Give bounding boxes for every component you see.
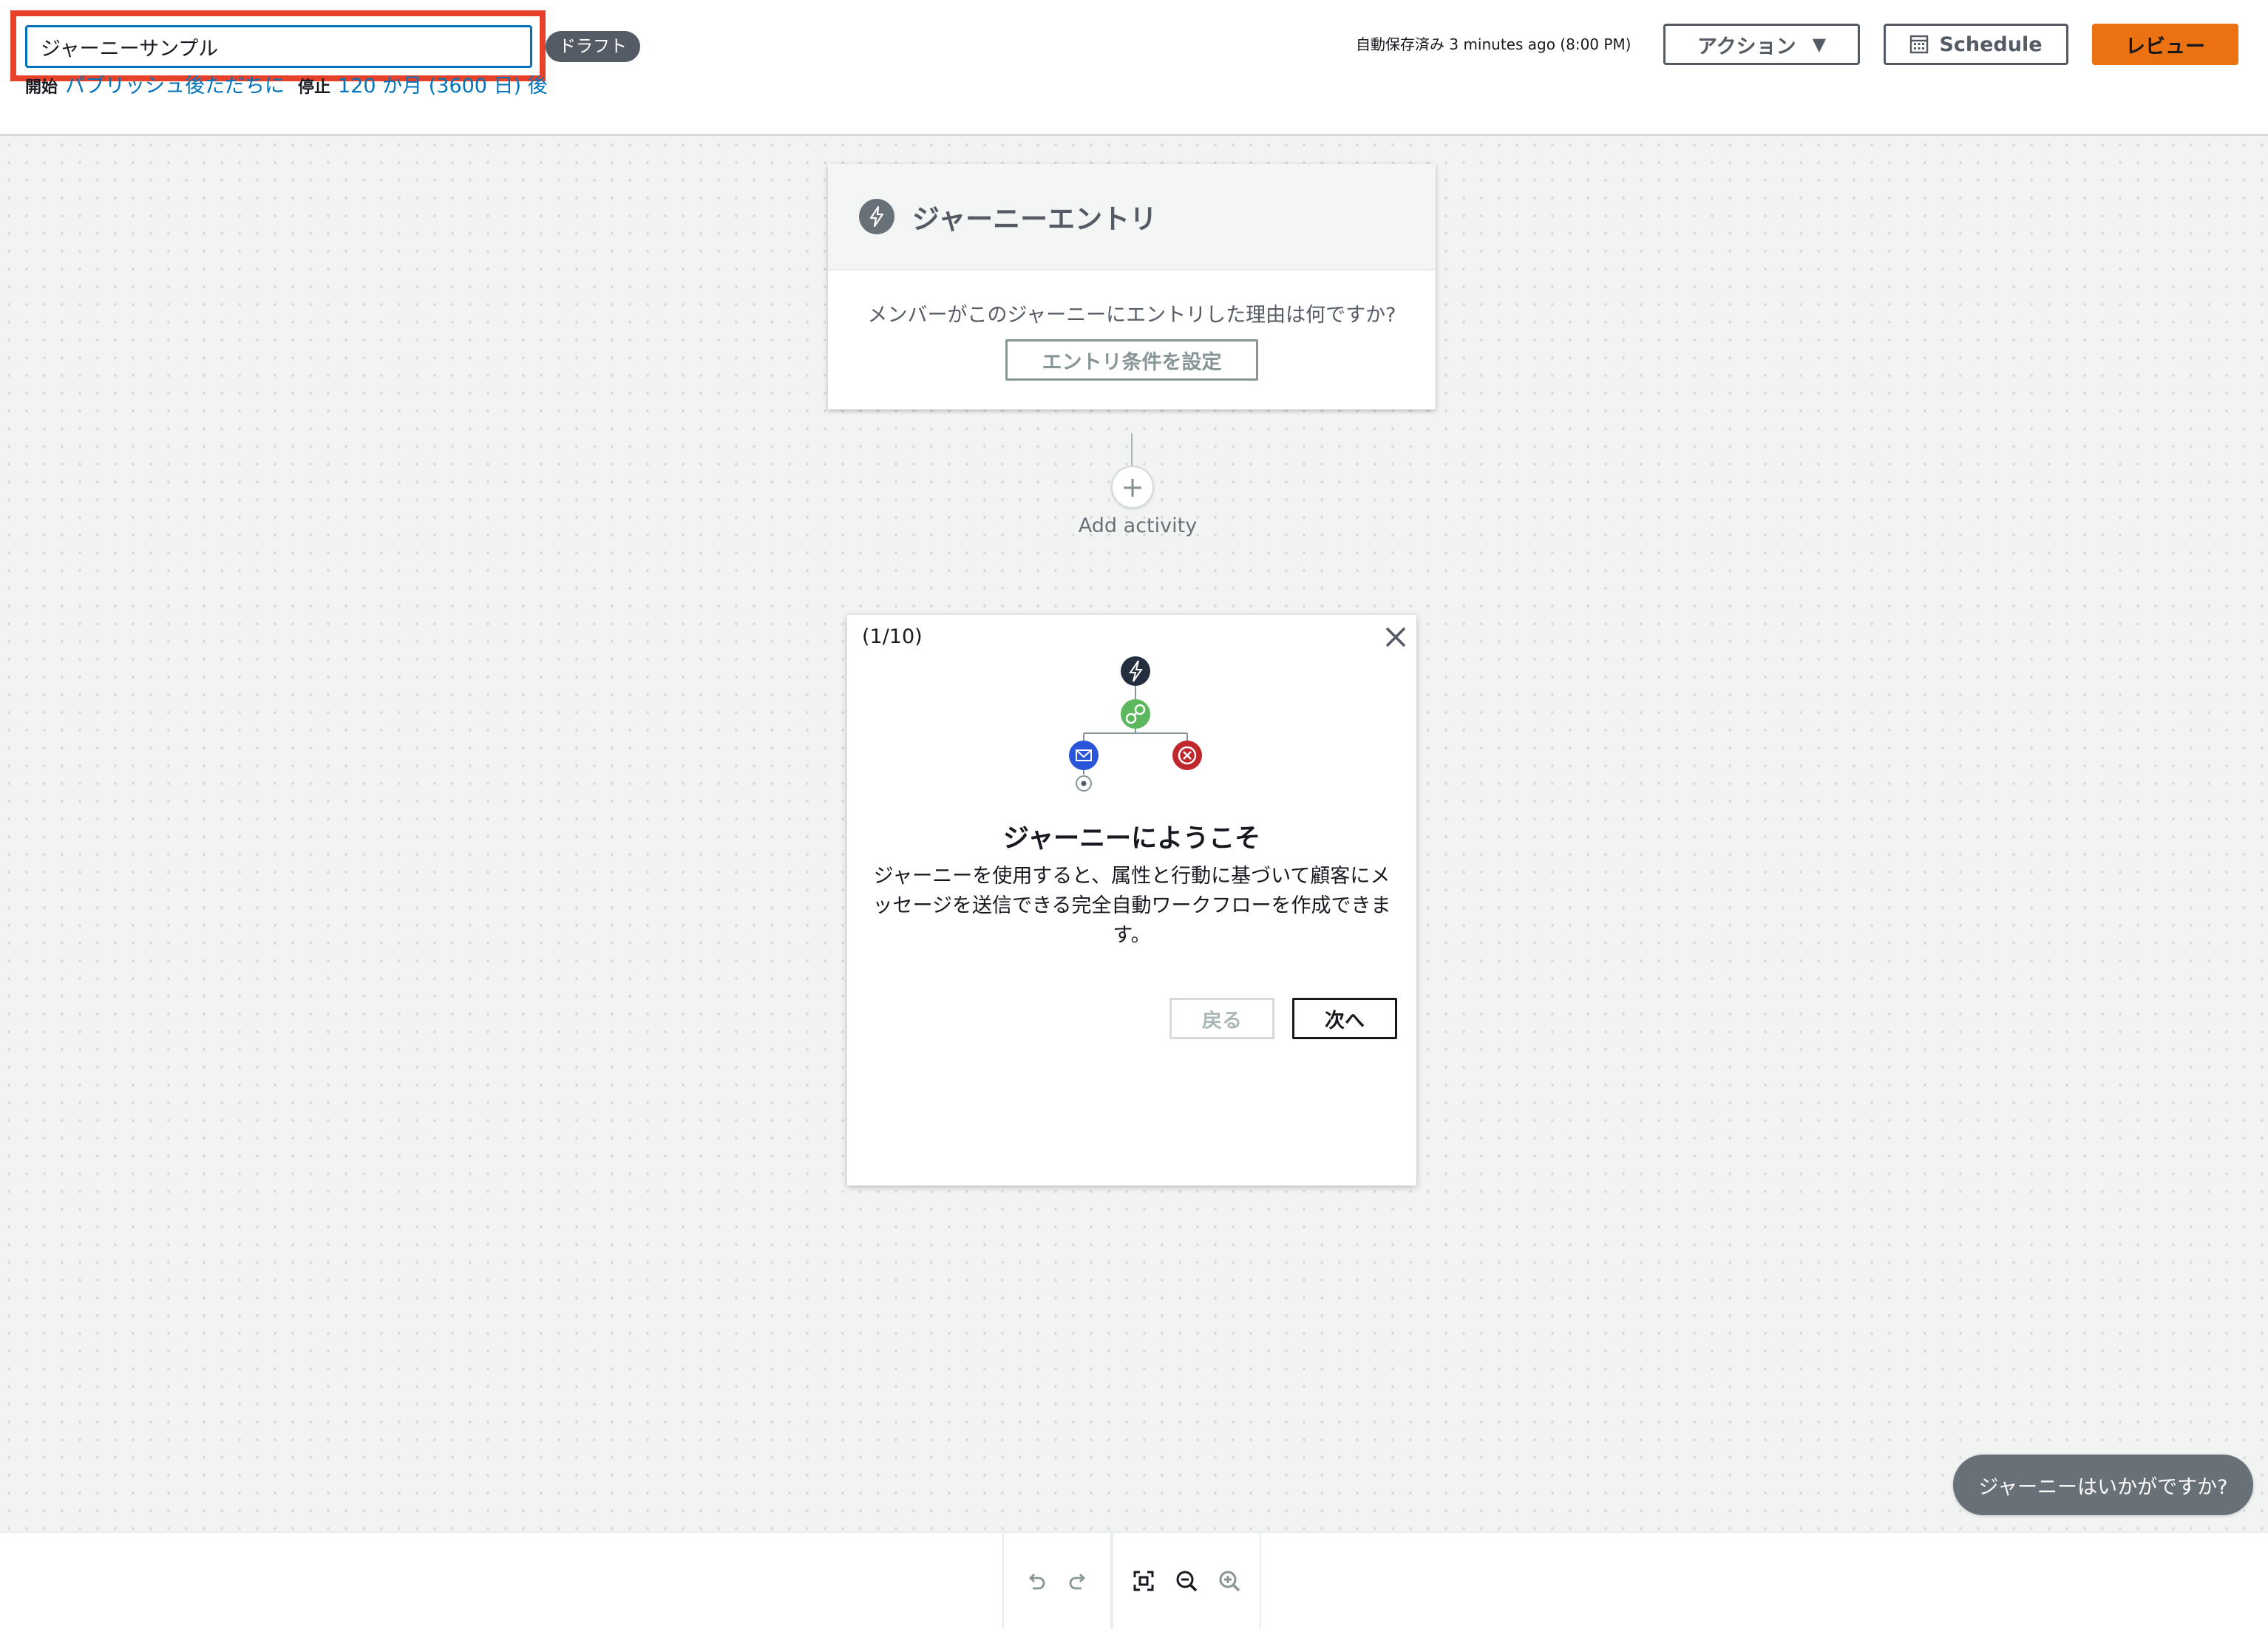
stop-label: 停止 xyxy=(298,78,331,97)
stop-value-link[interactable]: 120 か月 (3600 日) 後 xyxy=(338,75,548,98)
email-node-icon xyxy=(1069,741,1099,770)
status-badge: ドラフト xyxy=(546,31,640,62)
add-activity-label[interactable]: Add activity xyxy=(1066,514,1209,537)
zoom-in-icon[interactable] xyxy=(1218,1569,1241,1593)
fit-screen-icon[interactable] xyxy=(1132,1569,1155,1593)
tour-back-button[interactable]: 戻る xyxy=(1169,998,1274,1039)
calendar-icon xyxy=(1910,35,1929,54)
tour-title: ジャーニーにようこそ xyxy=(1002,824,1261,854)
entry-question: メンバーがこのジャーニーにエントリした理由は何ですか? xyxy=(867,304,1396,327)
flow-connector xyxy=(1131,433,1133,466)
entry-card-header: ジャーニーエントリ xyxy=(828,164,1436,271)
undo-icon[interactable] xyxy=(1024,1569,1048,1593)
zoom-out-icon[interactable] xyxy=(1175,1569,1198,1593)
actions-dropdown-button[interactable]: アクション ▼ xyxy=(1663,24,1860,65)
bolt-icon xyxy=(859,199,894,234)
history-controls xyxy=(1002,1533,1112,1629)
onboarding-tour-dialog: (1/10) ジャーニーにようこそ ジャーニーを使用すると、属性と行動に基づいて… xyxy=(847,615,1416,1186)
feedback-button[interactable]: ジャーニーはいかがですか? xyxy=(1953,1455,2253,1515)
schedule-button[interactable]: Schedule xyxy=(1884,24,2068,65)
journey-entry-card[interactable]: ジャーニーエントリ メンバーがこのジャーニーにエントリした理由は何ですか? エン… xyxy=(828,164,1436,409)
schedule-summary: 開始 パブリッシュ後ただちに 停止 120 か月 (3600 日) 後 xyxy=(25,75,561,98)
journey-name-input[interactable] xyxy=(25,25,532,68)
caret-down-icon: ▼ xyxy=(1812,34,1827,55)
actions-label: アクション xyxy=(1697,35,1796,58)
autosave-status: 自動保存済み 3 minutes ago (8:00 PM) xyxy=(1356,35,1632,53)
journey-diagram-illustration xyxy=(1069,656,1202,792)
tour-step-indicator: (1/10) xyxy=(862,625,923,648)
entry-node-icon xyxy=(1121,656,1150,686)
start-label: 開始 xyxy=(25,78,58,97)
tour-next-button[interactable]: 次へ xyxy=(1292,998,1397,1039)
review-button[interactable]: レビュー xyxy=(2092,24,2238,65)
canvas-toolbar xyxy=(0,1531,2268,1629)
schedule-label: Schedule xyxy=(1939,33,2043,56)
zoom-controls xyxy=(1112,1533,1261,1629)
close-icon[interactable] xyxy=(1382,624,1409,650)
plus-icon[interactable]: + xyxy=(1111,466,1154,509)
journey-header: ドラフト 開始パブリッシュ後ただちに停止 120 か月 (3600 日) 後 自動… xyxy=(0,0,2268,136)
tour-description: ジャーニーを使用すると、属性と行動に基づいて顧客にメッセージを送信できる完全自動… xyxy=(872,865,1391,947)
redo-icon[interactable] xyxy=(1067,1569,1090,1593)
set-entry-condition-button[interactable]: エントリ条件を設定 xyxy=(1005,339,1258,381)
journey-canvas[interactable]: ジャーニーエントリ メンバーがこのジャーニーにエントリした理由は何ですか? エン… xyxy=(0,136,2268,1531)
entry-card-title: ジャーニーエントリ xyxy=(912,203,1158,235)
entry-card-body: メンバーがこのジャーニーにエントリした理由は何ですか? エントリ条件を設定 xyxy=(828,271,1436,381)
start-value-link[interactable]: パブリッシュ後ただちに xyxy=(65,75,285,98)
